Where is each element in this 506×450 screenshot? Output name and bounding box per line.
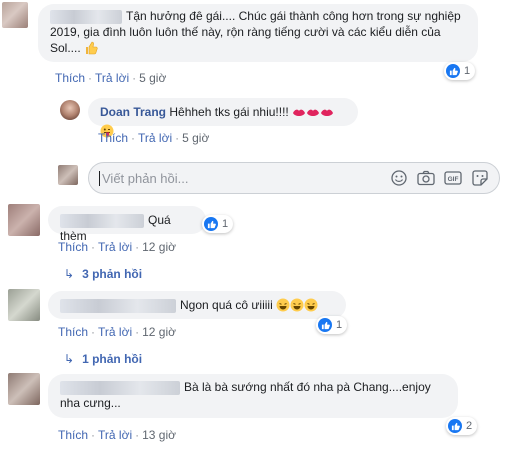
reply-input-box[interactable]: Viết phản hồi... GIF — [88, 162, 500, 194]
like-button[interactable]: Thích — [58, 428, 88, 442]
author-name-blurred[interactable] — [60, 298, 176, 313]
sticker-icon[interactable] — [469, 169, 491, 187]
author-name-blurred[interactable] — [60, 380, 180, 395]
comment-actions: Thích · Trả lời · 13 giờ — [58, 428, 176, 442]
reply-bubble: Doan Trang Hêhheh tks gái nhiu!!!! — [88, 98, 358, 138]
reaction-count[interactable]: 2 — [446, 417, 478, 435]
gif-icon[interactable]: GIF — [442, 169, 464, 187]
view-replies-link[interactable]: ↳ 1 phản hồi — [64, 352, 142, 366]
comment-actions: Thích · Trả lời · 12 giờ — [58, 240, 176, 254]
timestamp[interactable]: 5 giờ — [182, 131, 209, 145]
comment-bubble: Quá thèm — [48, 206, 206, 243]
avatar[interactable] — [60, 100, 80, 120]
like-icon — [446, 64, 460, 78]
reply-input[interactable]: Viết phản hồi... — [99, 170, 383, 186]
reply-button[interactable]: Trả lời — [95, 71, 129, 85]
like-button[interactable]: Thích — [58, 240, 88, 254]
svg-text:GIF: GIF — [448, 176, 459, 183]
avatar[interactable] — [8, 289, 40, 321]
reply-button[interactable]: Trả lời — [98, 325, 132, 339]
reply-text: Hêhheh tks gái nhiu!!!! — [169, 105, 293, 119]
author-name-blurred[interactable] — [50, 9, 122, 24]
avatar[interactable] — [8, 204, 40, 236]
timestamp[interactable]: 13 giờ — [142, 428, 176, 442]
comment-text: Ngon quá cô ưiiiii — [180, 298, 277, 312]
author-name[interactable]: Doan Trang — [100, 105, 166, 119]
current-user-avatar — [58, 165, 78, 185]
reply-arrow-icon: ↳ — [64, 267, 75, 281]
laughing-emoji — [290, 298, 304, 316]
view-replies-link[interactable]: ↳ 3 phản hồi — [64, 267, 142, 281]
comment-bubble: Tận hưởng đê gái.... Chúc gái thành công… — [38, 4, 478, 62]
emoji-icon[interactable] — [388, 169, 410, 187]
reply-button[interactable]: Trả lời — [98, 428, 132, 442]
reply-button[interactable]: Trả lời — [98, 240, 132, 254]
like-icon — [204, 217, 218, 231]
timestamp[interactable]: 12 giờ — [142, 325, 176, 339]
reaction-count[interactable]: 1 — [202, 215, 234, 233]
kiss-mark-emoji — [320, 107, 334, 123]
like-icon — [448, 419, 462, 433]
author-name-blurred[interactable] — [60, 213, 144, 228]
camera-icon[interactable] — [415, 169, 437, 187]
kiss-mark-emoji — [292, 107, 306, 123]
like-button[interactable]: Thích — [55, 71, 85, 85]
comment-bubble: Ngon quá cô ưiiiii — [48, 291, 346, 319]
reaction-count[interactable]: 1 — [316, 316, 348, 334]
like-icon — [318, 318, 332, 332]
reply-button[interactable]: Trả lời — [138, 131, 172, 145]
reply-arrow-icon: ↳ — [64, 352, 75, 366]
like-button[interactable]: Thích — [58, 325, 88, 339]
laughing-emoji — [276, 298, 290, 316]
reaction-count[interactable]: 1 — [444, 62, 476, 80]
avatar[interactable] — [2, 2, 28, 28]
comment-actions: Thích · Trả lời · 5 giờ — [55, 71, 167, 85]
avatar[interactable] — [8, 373, 40, 405]
thumbs-up-emoji — [84, 41, 98, 59]
like-button[interactable]: Thích — [98, 131, 128, 145]
comment-bubble: Bà là bà sướng nhất đó nha pà Chang....e… — [48, 374, 458, 418]
laughing-emoji — [304, 298, 318, 316]
comment-actions: Thích · Trả lời · 12 giờ — [58, 325, 176, 339]
reply-actions: Thích · Trả lời · 5 giờ — [98, 131, 210, 145]
kiss-mark-emoji — [306, 107, 320, 123]
timestamp[interactable]: 5 giờ — [139, 71, 166, 85]
timestamp[interactable]: 12 giờ — [142, 240, 176, 254]
